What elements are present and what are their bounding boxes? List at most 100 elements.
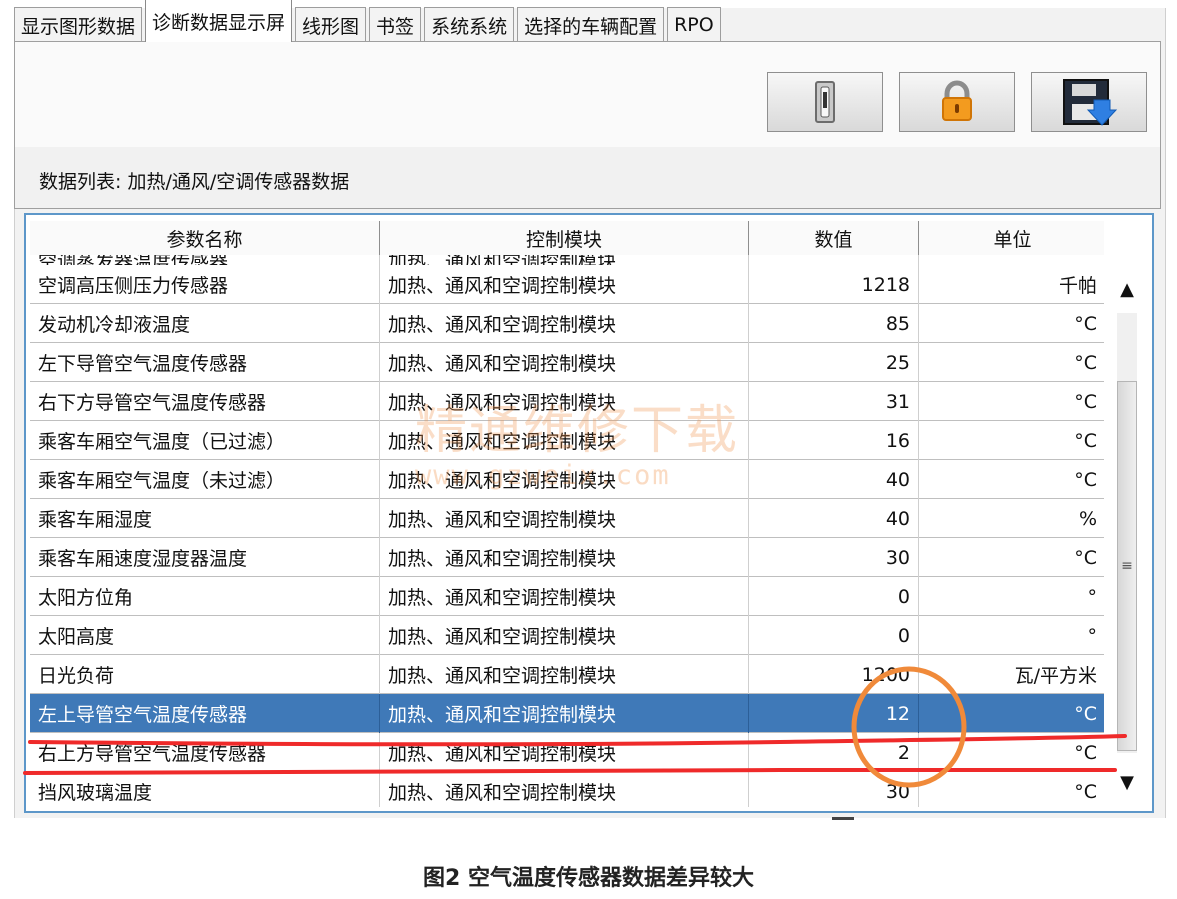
parameter-name: 挡风玻璃温度 xyxy=(30,772,380,807)
parameter-name: 右上方导管空气温度传感器 xyxy=(30,733,380,772)
table-row[interactable]: 发动机冷却液温度 加热、通风和空调控制模块 85 °C xyxy=(30,304,1106,343)
control-module: 加热、通风和空调控制模块 xyxy=(380,577,749,616)
data-list-title: 数据列表: 加热/通风/空调传感器数据 xyxy=(39,171,350,193)
parameter-unit: 千帕 xyxy=(919,265,1106,304)
table-row[interactable]: 乘客车厢速度湿度器温度 加热、通风和空调控制模块 30 °C xyxy=(30,538,1106,577)
control-module: 加热、通风和空调控制模块 xyxy=(380,733,749,772)
parameter-unit: % xyxy=(919,499,1106,538)
toolbar xyxy=(14,41,1161,149)
parameter-value: 85 xyxy=(749,304,919,343)
parameter-unit: °C xyxy=(919,460,1106,499)
tab-show-graphic-data[interactable]: 显示图形数据 xyxy=(14,7,143,42)
parameter-value: 0 xyxy=(749,616,919,655)
control-module: 加热、通风和空调控制模块 xyxy=(380,499,749,538)
table-row[interactable]: 乘客车厢湿度 加热、通风和空调控制模块 40 % xyxy=(30,499,1106,538)
table-body: 空调高压侧压力传感器 加热、通风和空调控制模块 1218 千帕 发动机冷却液温度… xyxy=(30,265,1106,807)
parameter-unit: °C xyxy=(919,772,1106,807)
parameter-unit: ° xyxy=(919,577,1106,616)
parameter-table: 参数名称 控制模块 数值 单位 空调蒸发器温度传感器 加热、通风和空调控制模块 … xyxy=(24,213,1154,813)
parameter-unit: °C xyxy=(919,538,1106,577)
table-row[interactable]: 乘客车厢空气温度（已过滤） 加热、通风和空调控制模块 16 °C xyxy=(30,421,1106,460)
control-module: 加热、通风和空调控制模块 xyxy=(380,265,749,304)
header-control-module[interactable]: 控制模块 xyxy=(380,221,749,255)
parameter-name: 右下方导管空气温度传感器 xyxy=(30,382,380,421)
parameter-name: 日光负荷 xyxy=(30,655,380,694)
parameter-unit: °C xyxy=(919,694,1106,733)
table-row-selected[interactable]: 左上导管空气温度传感器 加热、通风和空调控制模块 12 °C xyxy=(30,694,1106,733)
table-row[interactable]: 右下方导管空气温度传感器 加热、通风和空调控制模块 31 °C xyxy=(30,382,1106,421)
parameter-unit: ° xyxy=(919,616,1106,655)
parameter-name: 乘客车厢速度湿度器温度 xyxy=(30,538,380,577)
parameter-name: 发动机冷却液温度 xyxy=(30,304,380,343)
parameter-unit: °C xyxy=(919,304,1106,343)
parameter-name: 乘客车厢湿度 xyxy=(30,499,380,538)
partial-value xyxy=(749,255,919,265)
parameter-name: 空调高压侧压力传感器 xyxy=(30,265,380,304)
parameter-value: 16 xyxy=(749,421,919,460)
parameter-unit: °C xyxy=(919,733,1106,772)
parameter-value: 31 xyxy=(749,382,919,421)
parameter-value: 40 xyxy=(749,460,919,499)
parameter-unit: °C xyxy=(919,421,1106,460)
header-value[interactable]: 数值 xyxy=(749,221,919,255)
save-icon xyxy=(1063,79,1118,126)
parameter-value: 2 xyxy=(749,733,919,772)
switch-icon xyxy=(815,81,835,123)
control-module: 加热、通风和空调控制模块 xyxy=(380,304,749,343)
control-module: 加热、通风和空调控制模块 xyxy=(380,421,749,460)
parameter-value: 0 xyxy=(749,577,919,616)
table-row[interactable]: 乘客车厢空气温度（未过滤） 加热、通风和空调控制模块 40 °C xyxy=(30,460,1106,499)
parameter-name: 左下导管空气温度传感器 xyxy=(30,343,380,382)
scroll-thumb[interactable]: ≡ xyxy=(1117,381,1137,751)
control-module: 加热、通风和空调控制模块 xyxy=(380,460,749,499)
table-header: 参数名称 控制模块 数值 单位 xyxy=(30,221,1106,256)
parameter-unit: °C xyxy=(919,382,1106,421)
data-list-section: 数据列表: 加热/通风/空调传感器数据 xyxy=(14,147,1161,209)
figure-caption: 图2 空气温度传感器数据差异较大 xyxy=(423,866,754,891)
parameter-name: 左上导管空气温度传感器 xyxy=(30,694,380,733)
table-row[interactable]: 右上方导管空气温度传感器 加热、通风和空调控制模块 2 °C xyxy=(30,733,1106,772)
control-module: 加热、通风和空调控制模块 xyxy=(380,655,749,694)
table-row[interactable]: 左下导管空气温度传感器 加热、通风和空调控制模块 25 °C xyxy=(30,343,1106,382)
scroll-down-icon[interactable]: ▼ xyxy=(1104,763,1150,801)
parameter-unit: °C xyxy=(919,343,1106,382)
resize-grip xyxy=(832,817,854,820)
parameter-value: 1218 xyxy=(749,265,919,304)
tab-diagnostic-data-display[interactable]: 诊断数据显示屏 xyxy=(145,0,293,42)
lock-icon xyxy=(942,80,972,121)
tab-bookmarks[interactable]: 书签 xyxy=(369,7,422,42)
scroll-up-icon[interactable]: ▲ xyxy=(1104,270,1150,308)
scroll-track[interactable]: ≡ xyxy=(1117,313,1137,753)
lock-button[interactable] xyxy=(899,72,1015,132)
control-module: 加热、通风和空调控制模块 xyxy=(380,772,749,807)
tab-rpo[interactable]: RPO xyxy=(667,7,721,42)
partial-parameter-name: 空调蒸发器温度传感器 xyxy=(30,255,380,265)
header-parameter-name[interactable]: 参数名称 xyxy=(30,221,380,255)
table-row[interactable]: 挡风玻璃温度 加热、通风和空调控制模块 30 °C xyxy=(30,772,1106,807)
partial-control-module: 加热、通风和空调控制模块 xyxy=(380,255,749,265)
parameter-name: 乘客车厢空气温度（已过滤） xyxy=(30,421,380,460)
tab-bar: 显示图形数据 诊断数据显示屏 线形图 书签 系统系统 选择的车辆配置 RPO xyxy=(14,0,724,42)
control-module: 加热、通风和空调控制模块 xyxy=(380,382,749,421)
parameter-value: 12 xyxy=(749,694,919,733)
table-row[interactable]: 太阳方位角 加热、通风和空调控制模块 0 ° xyxy=(30,577,1106,616)
switch-button[interactable] xyxy=(767,72,883,132)
parameter-name: 乘客车厢空气温度（未过滤） xyxy=(30,460,380,499)
vertical-scrollbar[interactable]: ▲ ≡ ▼ xyxy=(1104,215,1150,811)
save-button[interactable] xyxy=(1031,72,1147,132)
parameter-name: 太阳方位角 xyxy=(30,577,380,616)
table-row[interactable]: 空调高压侧压力传感器 加热、通风和空调控制模块 1218 千帕 xyxy=(30,265,1106,304)
table-row[interactable]: 日光负荷 加热、通风和空调控制模块 1200 瓦/平方米 xyxy=(30,655,1106,694)
control-module: 加热、通风和空调控制模块 xyxy=(380,616,749,655)
table-row[interactable]: 太阳高度 加热、通风和空调控制模块 0 ° xyxy=(30,616,1106,655)
parameter-name: 太阳高度 xyxy=(30,616,380,655)
tab-selected-vehicle-config[interactable]: 选择的车辆配置 xyxy=(517,7,665,42)
table-viewport: 参数名称 控制模块 数值 单位 空调蒸发器温度传感器 加热、通风和空调控制模块 … xyxy=(30,221,1106,807)
parameter-value: 1200 xyxy=(749,655,919,694)
tab-system-system[interactable]: 系统系统 xyxy=(424,7,515,42)
parameter-value: 25 xyxy=(749,343,919,382)
tab-line-graph[interactable]: 线形图 xyxy=(295,7,367,42)
header-unit[interactable]: 单位 xyxy=(919,221,1106,255)
parameter-value: 30 xyxy=(749,538,919,577)
control-module: 加热、通风和空调控制模块 xyxy=(380,343,749,382)
